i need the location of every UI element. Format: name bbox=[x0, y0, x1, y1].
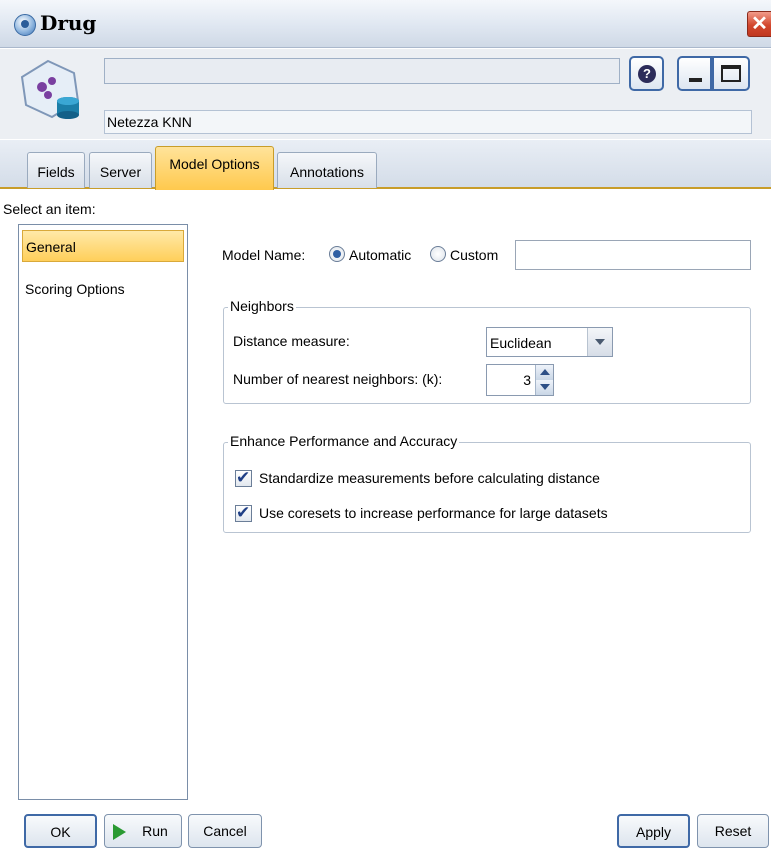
reset-button[interactable]: Reset bbox=[697, 814, 769, 848]
select-item-label: Select an item: bbox=[3, 201, 96, 217]
list-item-scoring-options[interactable]: Scoring Options bbox=[22, 273, 184, 305]
list-item-general[interactable]: General bbox=[22, 230, 184, 262]
radio-automatic-label: Automatic bbox=[349, 247, 412, 263]
tab-label: Model Options bbox=[169, 156, 260, 172]
tab-annotations[interactable]: Annotations bbox=[277, 152, 377, 188]
k-neighbors-stepper[interactable]: 3 bbox=[486, 364, 554, 396]
neighbors-title: Neighbors bbox=[228, 298, 296, 314]
spin-up-icon[interactable] bbox=[535, 365, 553, 380]
radio-automatic[interactable] bbox=[329, 246, 345, 262]
database-model-icon bbox=[20, 59, 80, 119]
ok-label: OK bbox=[50, 824, 71, 840]
reset-label: Reset bbox=[714, 823, 752, 839]
item-list[interactable] bbox=[18, 224, 188, 800]
radio-custom[interactable] bbox=[430, 246, 446, 262]
cancel-button[interactable]: Cancel bbox=[188, 814, 262, 848]
enhance-title: Enhance Performance and Accuracy bbox=[228, 433, 460, 449]
run-icon bbox=[113, 824, 126, 840]
window-title: Drug bbox=[40, 11, 97, 35]
model-name-label: Model Name: bbox=[222, 247, 306, 263]
app-icon bbox=[14, 14, 36, 36]
tab-server[interactable]: Server bbox=[89, 152, 152, 188]
tab-label: Server bbox=[99, 164, 142, 180]
custom-model-name-input[interactable] bbox=[515, 240, 751, 270]
distance-measure-value: Euclidean bbox=[490, 335, 552, 351]
close-icon: ✕ bbox=[751, 13, 768, 35]
distance-measure-select[interactable]: Euclidean bbox=[486, 327, 613, 357]
dropdown-arrow-icon[interactable] bbox=[587, 328, 612, 356]
standardize-label: Standardize measurements before calculat… bbox=[259, 470, 600, 486]
radio-custom-label: Custom bbox=[450, 247, 499, 263]
tab-fields[interactable]: Fields bbox=[27, 152, 85, 188]
run-label: Run bbox=[142, 823, 168, 839]
help-button[interactable]: ? bbox=[629, 56, 664, 91]
tab-label: Annotations bbox=[290, 164, 364, 180]
minimize-button[interactable] bbox=[677, 56, 712, 91]
spin-down-icon[interactable] bbox=[535, 380, 553, 395]
distance-measure-label: Distance measure: bbox=[233, 333, 350, 349]
tab-model-options[interactable]: Model Options bbox=[155, 146, 274, 190]
run-button[interactable]: Run bbox=[104, 814, 182, 848]
coresets-checkbox[interactable] bbox=[235, 503, 252, 523]
ok-button[interactable]: OK bbox=[24, 814, 97, 848]
maximize-button[interactable] bbox=[712, 56, 750, 91]
apply-button[interactable]: Apply bbox=[617, 814, 690, 848]
node-type-label: Netezza KNN bbox=[104, 110, 752, 134]
title-bar bbox=[0, 0, 771, 48]
k-neighbors-label: Number of nearest neighbors: (k): bbox=[233, 371, 443, 387]
close-button[interactable]: ✕ bbox=[747, 11, 771, 37]
standardize-checkbox[interactable] bbox=[235, 468, 252, 488]
cancel-label: Cancel bbox=[203, 823, 247, 839]
node-name-input[interactable] bbox=[104, 58, 620, 84]
help-icon: ? bbox=[638, 65, 656, 83]
tab-label: Fields bbox=[37, 164, 75, 180]
coresets-label: Use coresets to increase performance for… bbox=[259, 505, 608, 521]
apply-label: Apply bbox=[635, 824, 672, 840]
k-neighbors-value: 3 bbox=[523, 372, 531, 388]
